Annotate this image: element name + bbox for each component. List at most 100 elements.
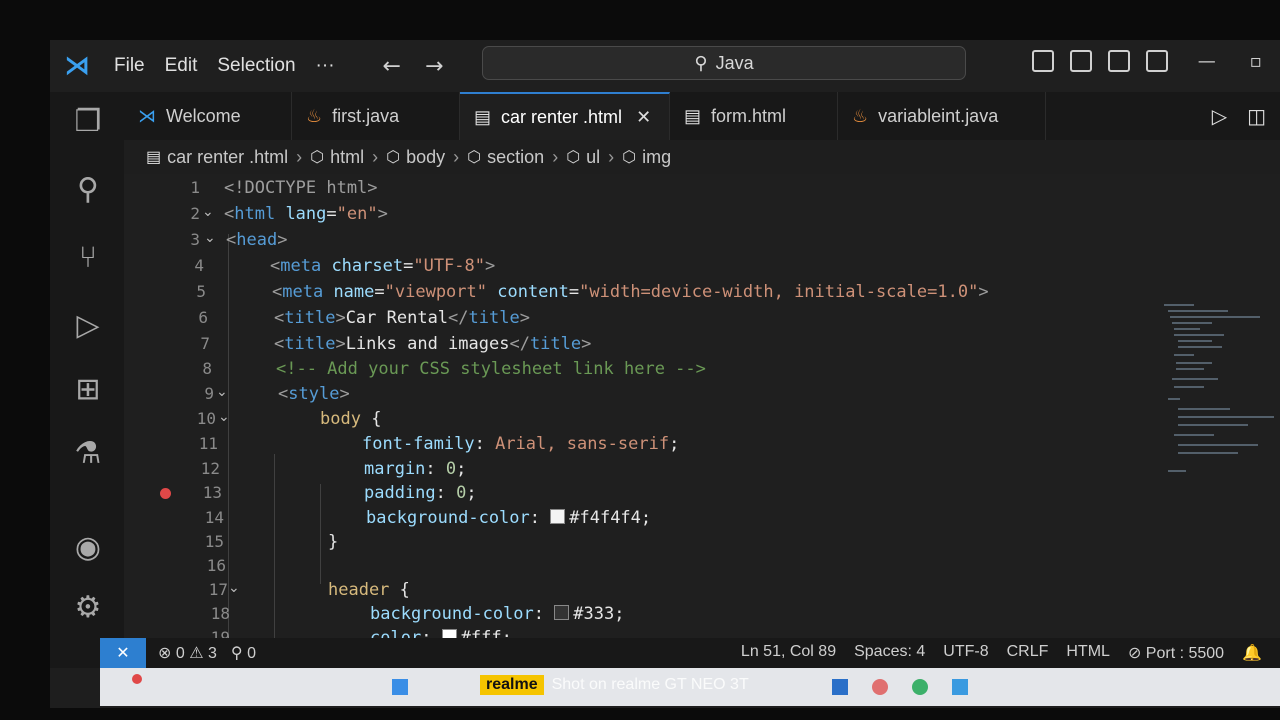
element-cube-icon: ⬡ (622, 149, 637, 166)
fold-chevron-icon[interactable]: ⌄ (202, 204, 214, 220)
tab-form-html[interactable]: ▤ form.html (670, 92, 838, 140)
indentation[interactable]: Spaces: 4 (854, 643, 925, 663)
settings-gear-icon[interactable]: ⚙ (70, 590, 106, 626)
breakpoint-marker[interactable] (160, 488, 171, 499)
line-number: 5 (196, 282, 206, 301)
line-endings[interactable]: CRLF (1007, 643, 1049, 663)
ports-indicator[interactable]: ⚲ 0 (231, 643, 256, 663)
problems-indicator[interactable]: ⊗ 0 ⚠ 3 (158, 643, 217, 663)
fold-chevron-icon[interactable]: ⌄ (216, 384, 228, 400)
live-server-port[interactable]: ⊘ Port : 5500 (1128, 643, 1224, 663)
cursor-position[interactable]: Ln 51, Col 89 (741, 643, 836, 663)
split-editor-icon[interactable]: ◫ (1247, 104, 1266, 128)
warning-icon: ⚠ (189, 645, 204, 662)
element-cube-icon: ⬡ (566, 149, 581, 166)
line-number: 7 (200, 334, 210, 353)
notifications-bell-icon[interactable]: 🔔 (1242, 643, 1262, 663)
vscode-icon: ⋊ (138, 105, 156, 126)
fold-chevron-icon[interactable]: ⌄ (228, 580, 240, 596)
fold-chevron-icon[interactable]: ⌄ (204, 230, 216, 246)
line-number: 14 (204, 508, 224, 527)
line-number: 1 (190, 178, 200, 197)
tab-actions: ▷ ◫ (1212, 92, 1280, 140)
breadcrumb: ▤ car renter .html › ⬡ html › ⬡ body › ⬡… (146, 142, 671, 172)
element-cube-icon: ⬡ (310, 149, 325, 166)
chevron-right-icon: › (453, 146, 460, 167)
indent-guide (320, 484, 321, 584)
code-line-2: <html lang="en"> (224, 204, 388, 224)
run-debug-icon[interactable]: ▷ (70, 308, 106, 344)
extensions-icon[interactable]: ⊞ (70, 372, 106, 408)
line-number: 19 (210, 628, 230, 638)
run-icon[interactable]: ▷ (1212, 104, 1227, 128)
taskbar-app-icon[interactable] (132, 674, 142, 684)
maximize-icon[interactable]: ▫ (1250, 51, 1262, 72)
breadcrumb-ul[interactable]: › ⬡ ul (544, 147, 600, 168)
breadcrumb-html[interactable]: › ⬡ html (288, 147, 364, 168)
minimap[interactable] (1164, 304, 1274, 484)
fold-chevron-icon[interactable]: ⌄ (218, 409, 230, 425)
color-swatch[interactable] (554, 605, 570, 620)
remote-indicator-icon[interactable]: ✕ (100, 638, 146, 668)
chevron-right-icon: › (608, 146, 615, 167)
tab-variableint-java[interactable]: ♨ variableint.java (838, 92, 1046, 140)
code-line-8: <!-- Add your CSS stylesheet link here -… (276, 359, 706, 379)
menu-selection[interactable]: Selection (217, 55, 295, 77)
ports-icon: ⚲ (230, 645, 243, 662)
source-control-icon[interactable]: ⑂ (70, 240, 106, 276)
line-number: 11 (198, 434, 218, 453)
breadcrumb-file[interactable]: ▤ car renter .html (146, 147, 288, 168)
command-search-box[interactable]: ⚲ Java (482, 46, 966, 80)
code-line-18: background-color: #333; (370, 604, 625, 624)
close-tab-icon[interactable]: ✕ (636, 107, 651, 128)
chrome-icon[interactable] (912, 679, 928, 695)
breadcrumb-body[interactable]: › ⬡ body (364, 147, 445, 168)
windows-start-icon[interactable] (392, 679, 408, 695)
customize-layout-icon[interactable] (1145, 50, 1168, 72)
toggle-primary-sidebar-icon[interactable] (1031, 50, 1054, 72)
taskbar-app-icon[interactable] (832, 679, 848, 695)
code-line-12: margin: 0; (364, 459, 467, 479)
code-line-19: color: #fff; (370, 628, 512, 638)
breadcrumb-img[interactable]: › ⬡ img (600, 147, 671, 168)
testing-icon[interactable]: ⚗ (70, 436, 106, 472)
html-icon: ▤ (684, 105, 702, 126)
toggle-panel-icon[interactable] (1069, 50, 1092, 72)
explorer-icon[interactable]: ❐ (70, 104, 106, 140)
taskbar-app-icon[interactable] (872, 679, 888, 695)
color-swatch[interactable] (550, 509, 566, 524)
vscode-logo-icon: ⋊ (64, 51, 90, 81)
code-line-9: <style> (278, 384, 350, 404)
code-line-1: <!DOCTYPE html> (224, 178, 378, 198)
menu-file[interactable]: File (114, 55, 145, 77)
code-editor[interactable]: 1 2 3 4 5 6 7 8 9 10 11 12 13 14 15 16 1… (124, 174, 1280, 638)
html-icon: ▤ (146, 149, 162, 166)
breadcrumb-section[interactable]: › ⬡ section (445, 147, 544, 168)
code-line-3: <head> (226, 230, 288, 250)
minimize-icon[interactable]: — (1198, 51, 1216, 72)
account-icon[interactable]: ◉ (70, 530, 106, 566)
element-cube-icon: ⬡ (467, 149, 482, 166)
color-swatch[interactable] (441, 629, 457, 638)
watermark-text: Shot on realme GT NEO 3T (551, 676, 749, 693)
menu-more[interactable]: ··· (316, 55, 335, 77)
search-input[interactable]: Java (716, 53, 754, 74)
html-icon: ▤ (474, 106, 492, 127)
line-number: 3 (190, 230, 200, 249)
tab-first-java[interactable]: ♨ first.java (292, 92, 460, 140)
live-server-icon: ⊘ (1127, 645, 1142, 662)
language-mode[interactable]: HTML (1066, 643, 1110, 663)
tab-welcome[interactable]: ⋊ Welcome (124, 92, 292, 140)
forward-arrow-icon[interactable]: → (425, 54, 443, 79)
back-arrow-icon[interactable]: ← (383, 54, 401, 79)
toggle-secondary-sidebar-icon[interactable] (1107, 50, 1130, 72)
line-number: 13 (202, 483, 222, 502)
search-icon[interactable]: ⚲ (70, 172, 106, 208)
indent-guide (228, 234, 229, 638)
menu-edit[interactable]: Edit (165, 55, 198, 77)
vscode-taskbar-icon[interactable] (952, 679, 968, 695)
code-line-17: header { (328, 580, 410, 600)
tab-car-renter-html[interactable]: ▤ car renter .html ✕ (460, 92, 670, 140)
file-encoding[interactable]: UTF-8 (943, 643, 988, 663)
chevron-right-icon: › (372, 146, 379, 167)
